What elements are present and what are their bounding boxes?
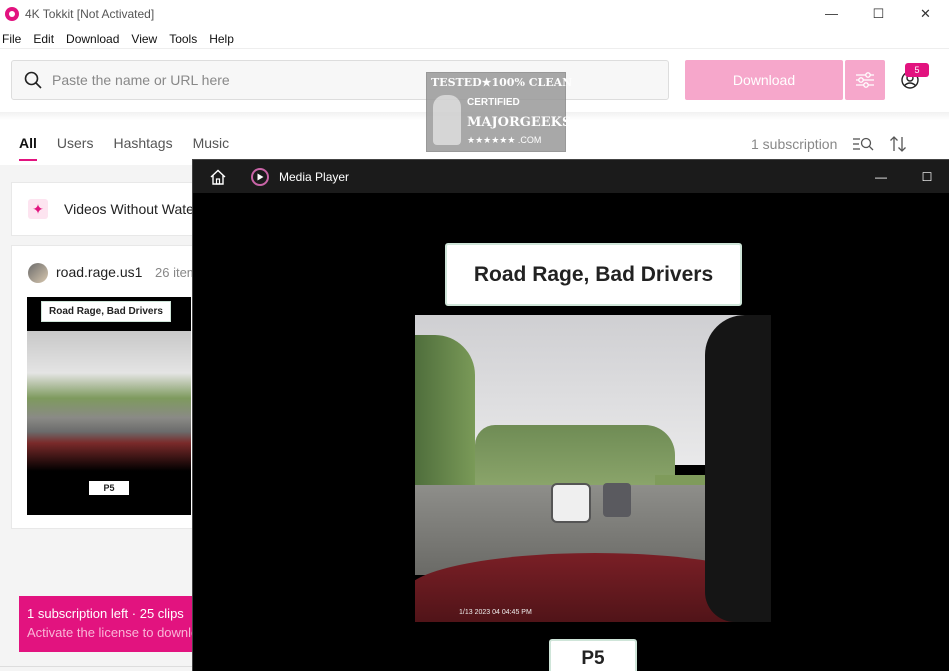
app-logo-icon xyxy=(5,6,19,21)
window-title: 4K Tokkit [Not Activated] xyxy=(25,6,155,21)
watermark-line3: MAJORGEEKS xyxy=(467,115,572,130)
tab-users[interactable]: Users xyxy=(57,135,94,161)
video-white-car xyxy=(551,483,591,523)
video-title-card: Road Rage, Bad Drivers xyxy=(445,243,742,306)
tab-all[interactable]: All xyxy=(19,135,37,161)
media-player-title: Media Player xyxy=(279,169,350,184)
sparkle-icon: ✦ xyxy=(28,199,48,219)
menu-view[interactable]: View xyxy=(129,29,163,49)
tab-music[interactable]: Music xyxy=(193,135,230,161)
majorgeeks-watermark: TESTED★100% CLEAN CERTIFIED MAJORGEEKS ★… xyxy=(426,72,572,152)
download-button[interactable]: Download xyxy=(685,60,843,100)
menu-download[interactable]: Download xyxy=(64,29,125,49)
subscription-count: 1 subscription xyxy=(751,136,838,152)
media-player-logo-icon xyxy=(251,167,269,186)
video-dark-car xyxy=(603,483,631,517)
app-window: 4K Tokkit [Not Activated] — ☐ ✕ File Edi… xyxy=(0,0,949,671)
tab-hashtags[interactable]: Hashtags xyxy=(113,135,172,161)
search-list-icon[interactable] xyxy=(852,136,874,152)
bottom-divider xyxy=(0,666,200,667)
video-timestamp: 1/13 2023 04 04:45 PM xyxy=(459,609,532,616)
thumbnail-scene xyxy=(27,331,191,471)
thumbnail-label: P5 xyxy=(89,481,129,495)
watermark-line4: ★★★★★★ .COM xyxy=(467,135,542,145)
watermark-line2: CERTIFIED xyxy=(467,97,520,108)
notification-badge: 5 xyxy=(905,63,929,77)
video-a-pillar xyxy=(705,315,771,622)
sort-icon[interactable] xyxy=(889,135,907,153)
avatar xyxy=(28,263,48,283)
home-icon[interactable] xyxy=(209,168,227,186)
video-label-card: P5 xyxy=(549,639,637,671)
media-player-controls: — ☐ xyxy=(858,160,949,193)
video-thumbnail[interactable]: Road Rage, Bad Drivers P5 xyxy=(27,297,191,515)
minimize-button[interactable]: — xyxy=(808,0,855,27)
menu-edit[interactable]: Edit xyxy=(31,29,60,49)
filter-tabs: All Users Hashtags Music xyxy=(19,135,249,161)
video-title: Road Rage, Bad Drivers xyxy=(473,262,714,286)
close-button[interactable]: ✕ xyxy=(902,0,949,27)
media-player-title-bar: Media Player — ☐ xyxy=(193,160,949,193)
subscription-name[interactable]: road.rage.us1 xyxy=(56,264,142,280)
window-controls: — ☐ ✕ xyxy=(808,0,949,27)
player-maximize-button[interactable]: ☐ xyxy=(904,160,949,193)
search-icon xyxy=(24,71,42,89)
video-frame[interactable]: 1/13 2023 04 04:45 PM xyxy=(415,315,771,622)
sliders-icon xyxy=(856,72,874,88)
download-settings-button[interactable] xyxy=(845,60,885,100)
mascot-icon xyxy=(433,95,461,145)
menu-help[interactable]: Help xyxy=(207,29,240,49)
title-bar: 4K Tokkit [Not Activated] — ☐ ✕ xyxy=(0,0,949,27)
menu-bar: File Edit Download View Tools Help xyxy=(0,29,244,49)
thumbnail-title: Road Rage, Bad Drivers xyxy=(41,301,171,322)
video-trees-left xyxy=(415,335,475,505)
menu-divider xyxy=(0,48,949,49)
video-label: P5 xyxy=(581,648,605,669)
watermark-line1: TESTED★100% CLEAN xyxy=(431,76,573,89)
maximize-button[interactable]: ☐ xyxy=(855,0,902,27)
menu-tools[interactable]: Tools xyxy=(167,29,203,49)
video-trees-mid xyxy=(475,425,675,485)
media-player-window: Media Player — ☐ Road Rage, Bad Drivers … xyxy=(192,159,949,671)
player-minimize-button[interactable]: — xyxy=(858,160,904,193)
menu-file[interactable]: File xyxy=(0,29,27,49)
